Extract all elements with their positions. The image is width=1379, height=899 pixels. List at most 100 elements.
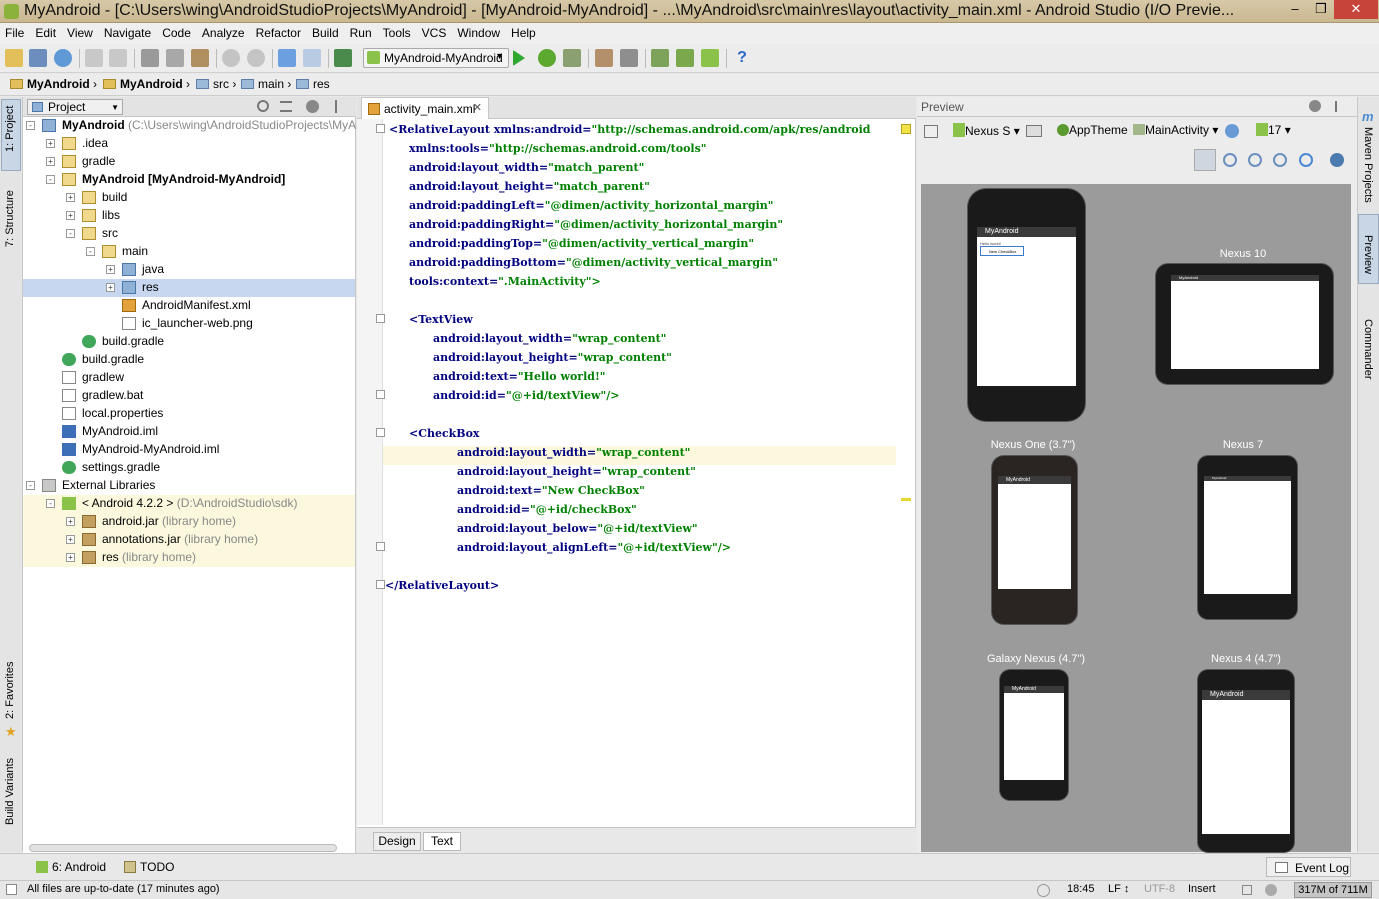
tree-item[interactable]: settings.gradle <box>23 459 355 477</box>
menu-help[interactable]: Help <box>506 23 542 40</box>
collapse-icon[interactable]: - <box>86 247 95 256</box>
device-nexus-10[interactable]: MyAndroid <box>1156 264 1333 384</box>
expand-icon[interactable]: + <box>66 193 75 202</box>
build-variants-tool-label[interactable]: Build Variants <box>4 758 16 825</box>
menu-edit[interactable]: Edit <box>30 23 62 40</box>
zoom-actual-icon[interactable] <box>1223 153 1237 167</box>
menu-code[interactable]: Code <box>157 23 197 40</box>
code-area[interactable]: <RelativeLayout xmlns:android="http://sc… <box>357 119 897 819</box>
refresh-icon[interactable] <box>1299 153 1313 167</box>
tree-item[interactable]: - MyAndroid [MyAndroid-MyAndroid] <box>23 171 355 189</box>
fold-marker-icon[interactable] <box>376 124 385 133</box>
find-icon[interactable] <box>222 49 240 67</box>
theme-select[interactable]: AppTheme <box>1057 123 1128 137</box>
sdk-manager-icon[interactable] <box>676 49 694 67</box>
expand-icon[interactable]: + <box>106 265 115 274</box>
expand-icon[interactable]: + <box>66 211 75 220</box>
collapse-icon[interactable]: - <box>46 175 55 184</box>
maximize-button[interactable]: ❒ <box>1308 0 1334 19</box>
menu-vcs[interactable]: VCS <box>417 23 453 40</box>
help-icon[interactable]: ? <box>733 49 751 67</box>
menu-run[interactable]: Run <box>345 23 378 40</box>
tree-item[interactable]: - main <box>23 243 355 261</box>
tree-item[interactable]: local.properties <box>23 405 355 423</box>
project-view-select[interactable]: Project ▼ <box>27 99 123 115</box>
breadcrumb-project[interactable]: MyAndroid › <box>10 77 97 91</box>
preview-settings-icon[interactable] <box>1330 153 1344 167</box>
gear-icon[interactable] <box>306 100 319 113</box>
tab-text[interactable]: Text <box>423 832 461 851</box>
undo-icon[interactable] <box>85 49 103 67</box>
tree-item[interactable]: + .idea <box>23 135 355 153</box>
fold-marker-icon[interactable] <box>376 542 385 551</box>
tree-item[interactable]: - External Libraries <box>23 477 355 495</box>
zoom-in-icon[interactable] <box>1248 153 1262 167</box>
tree-item[interactable]: + annotations.jar (library home) <box>23 531 355 549</box>
target-icon[interactable] <box>257 100 269 112</box>
expand-icon[interactable]: + <box>106 283 115 292</box>
hide-panel-icon[interactable] <box>1335 101 1346 112</box>
collapse-icon[interactable]: - <box>46 499 55 508</box>
hide-panel-icon[interactable] <box>335 100 347 113</box>
menu-navigate[interactable]: Navigate <box>99 23 157 40</box>
collapse-icon[interactable]: - <box>26 121 35 130</box>
paste-icon[interactable] <box>191 49 209 67</box>
project-tool-label[interactable]: 1: Project <box>4 106 16 152</box>
expand-icon[interactable]: + <box>66 535 75 544</box>
forward-icon[interactable] <box>303 49 321 67</box>
back-icon[interactable] <box>278 49 296 67</box>
tree-item[interactable]: gradlew <box>23 369 355 387</box>
preview-tool-label[interactable]: Preview <box>1362 235 1374 274</box>
orientation-icon[interactable] <box>1026 125 1042 137</box>
android-tool-button[interactable]: 6: Android <box>36 860 106 874</box>
run-config-select[interactable]: MyAndroid-MyAndroid ▼ <box>363 48 509 68</box>
android-monitor-icon[interactable] <box>701 49 719 67</box>
replace-icon[interactable] <box>247 49 265 67</box>
tree-item[interactable]: + res <box>23 279 355 297</box>
zoom-out-icon[interactable] <box>1273 153 1287 167</box>
expand-icon[interactable]: + <box>66 517 75 526</box>
attach-debugger-icon[interactable] <box>563 49 581 67</box>
sync-icon[interactable] <box>54 49 72 67</box>
tab-activity-main[interactable]: activity_main.xml ✕ <box>361 97 489 119</box>
tree-item[interactable]: - < Android 4.2.2 > (D:\AndroidStudio\sdk… <box>23 495 355 513</box>
inspector-icon[interactable] <box>1265 884 1277 896</box>
tree-item[interactable]: MyAndroid-MyAndroid.iml <box>23 441 355 459</box>
menu-refactor[interactable]: Refactor <box>251 23 307 40</box>
tree-item[interactable]: + res (library home) <box>23 549 355 567</box>
close-tab-icon[interactable]: ✕ <box>473 101 482 114</box>
gear-icon[interactable] <box>1309 100 1321 112</box>
tree-item[interactable]: + java <box>23 261 355 279</box>
breadcrumb-res[interactable]: res <box>296 77 330 91</box>
tree-item[interactable]: gradlew.bat <box>23 387 355 405</box>
structure-tool-label[interactable]: 7: Structure <box>4 190 16 247</box>
tree-item[interactable]: - MyAndroid (C:\Users\wing\AndroidStudioP… <box>23 117 380 135</box>
locale-icon[interactable] <box>1225 124 1239 138</box>
save-icon[interactable] <box>29 49 47 67</box>
tree-item[interactable]: build.gradle <box>23 351 355 369</box>
warning-marker[interactable] <box>901 498 911 501</box>
menu-file[interactable]: File <box>0 23 30 40</box>
menu-analyze[interactable]: Analyze <box>197 23 251 40</box>
open-icon[interactable] <box>5 49 23 67</box>
device-nexus-4[interactable]: MyAndroid <box>1198 670 1294 852</box>
menu-tools[interactable]: Tools <box>378 23 417 40</box>
menu-window[interactable]: Window <box>452 23 506 40</box>
activity-select[interactable]: MainActivity ▾ <box>1133 123 1218 137</box>
menu-build[interactable]: Build <box>307 23 345 40</box>
tree-item[interactable]: - src <box>23 225 355 243</box>
device-nexus-7[interactable]: MyAndroid <box>1198 456 1297 619</box>
redo-icon[interactable] <box>109 49 127 67</box>
avd-manager-icon[interactable] <box>651 49 669 67</box>
cut-icon[interactable] <box>141 49 159 67</box>
device-select[interactable]: Nexus S ▾ <box>953 123 1020 138</box>
api-level-select[interactable]: 17 ▾ <box>1256 123 1291 137</box>
todo-tool-button[interactable]: TODO <box>124 860 174 874</box>
expand-icon[interactable]: + <box>66 553 75 562</box>
collapse-all-icon[interactable] <box>280 101 292 112</box>
device-galaxy-nexus[interactable]: MyAndroid <box>1000 670 1068 800</box>
config-icon[interactable] <box>924 125 938 138</box>
fold-marker-icon[interactable] <box>376 428 385 437</box>
menu-view[interactable]: View <box>62 23 99 40</box>
tree-item[interactable]: build.gradle <box>23 333 355 351</box>
